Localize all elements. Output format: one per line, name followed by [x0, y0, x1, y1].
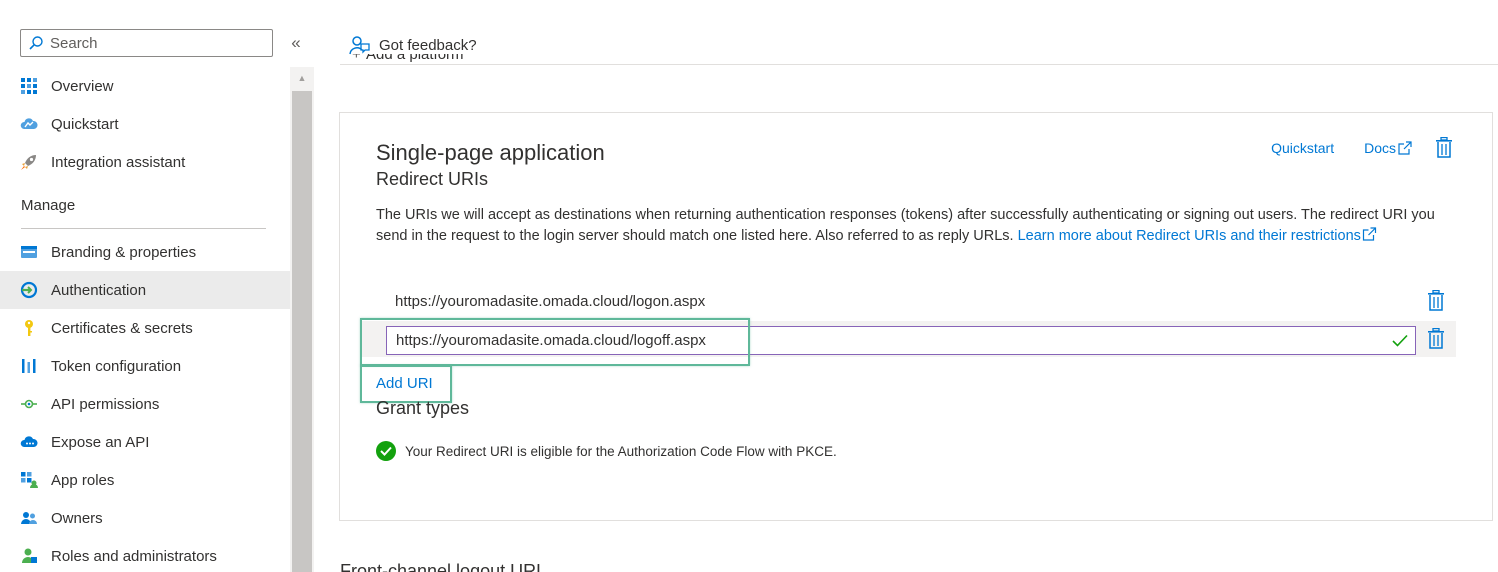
learn-more-label: Learn more about Redirect URIs and their… — [1017, 228, 1361, 244]
front-channel-logout-heading: Front-channel logout URL — [340, 561, 547, 572]
sidebar-item-token-configuration[interactable]: Token configuration — [0, 347, 290, 385]
sidebar-item-label: Overview — [51, 77, 114, 95]
sidebar-item-label: Integration assistant — [51, 153, 186, 171]
feedback-label: Got feedback? — [379, 36, 477, 54]
delete-platform-button[interactable] — [1434, 137, 1454, 159]
cloud-api-icon — [20, 433, 38, 451]
sidebar-item-expose-api[interactable]: Expose an API — [0, 423, 290, 461]
roles-icon — [20, 547, 38, 565]
manage-section: Manage — [0, 181, 290, 233]
sidebar-item-label: Certificates & secrets — [51, 319, 193, 337]
learn-more-link[interactable]: Learn more about Redirect URIs and their… — [1017, 227, 1377, 244]
sidebar-item-label: API permissions — [51, 395, 160, 413]
section-heading-manage: Manage — [0, 181, 290, 229]
search-box[interactable] — [20, 29, 273, 57]
valid-check-icon — [1392, 334, 1408, 347]
scroll-thumb[interactable] — [292, 91, 312, 572]
sidebar-item-owners[interactable]: Owners — [0, 499, 290, 537]
token-icon — [20, 357, 38, 375]
sidebar-item-branding[interactable]: Branding & properties — [0, 233, 290, 271]
grant-message-text: Your Redirect URI is eligible for the Au… — [405, 443, 837, 459]
redirect-uris-heading: Redirect URIs — [376, 169, 489, 189]
sidebar-item-label: Owners — [51, 509, 103, 527]
rocket-icon — [20, 153, 38, 171]
sidebar-item-authentication[interactable]: Authentication — [0, 271, 290, 309]
cloud-icon — [20, 115, 38, 133]
feedback-button[interactable]: Got feedback? — [340, 26, 477, 64]
key-icon — [20, 319, 38, 337]
external-link-icon — [1362, 227, 1377, 241]
sidebar-item-label: Token configuration — [51, 357, 182, 375]
sidebar-item-roles-administrators[interactable]: Roles and administrators — [0, 537, 290, 572]
redirect-uri-2-field[interactable] — [386, 326, 1416, 355]
branding-icon — [20, 243, 38, 261]
search-input[interactable] — [50, 34, 260, 52]
sidebar-item-label: App roles — [51, 471, 115, 489]
card-title: Single-page application — [376, 140, 605, 165]
redirect-uri-1[interactable]: https://youromadasite.omada.cloud/logon.… — [395, 293, 705, 310]
quickstart-link[interactable]: Quickstart — [1271, 140, 1334, 156]
trash-icon — [1428, 290, 1444, 311]
sidebar-item-label: Expose an API — [51, 433, 150, 451]
api-permissions-icon — [20, 395, 38, 413]
authentication-icon — [20, 281, 38, 299]
sidebar-scrollbar[interactable]: ▲ — [290, 67, 314, 572]
external-link-icon — [1398, 141, 1412, 155]
owners-icon — [20, 509, 38, 527]
sidebar-item-certificates[interactable]: Certificates & secrets — [0, 309, 290, 347]
sidebar-item-label: Branding & properties — [51, 243, 197, 261]
sidebar-item-api-permissions[interactable]: API permissions — [0, 385, 290, 423]
grid-icon — [20, 77, 38, 95]
collapse-sidebar-button[interactable]: « — [287, 33, 305, 53]
sidebar-item-integration-assistant[interactable]: Integration assistant — [0, 143, 290, 181]
trash-icon — [1428, 328, 1444, 349]
card-actions: Quickstart Docs — [1271, 137, 1454, 159]
app-roles-icon — [20, 471, 38, 489]
sidebar-nav: Overview Quickstart Integration assistan… — [0, 67, 290, 572]
trash-icon — [1436, 137, 1452, 158]
header-divider — [340, 64, 1498, 65]
sidebar-item-label: Roles and administrators — [51, 547, 217, 565]
docs-link-label: Docs — [1364, 140, 1396, 156]
delete-uri-1-button[interactable] — [1426, 290, 1446, 312]
add-uri-button[interactable]: Add URI — [376, 375, 433, 392]
grant-types-heading: Grant types — [376, 398, 470, 418]
search-icon — [29, 36, 43, 50]
sidebar: « Overview Quickstart Integration assist… — [0, 0, 314, 572]
sidebar-item-quickstart[interactable]: Quickstart — [0, 105, 290, 143]
redirect-uri-2-input[interactable] — [387, 332, 1377, 349]
docs-link[interactable]: Docs — [1364, 140, 1412, 156]
delete-uri-2-button[interactable] — [1426, 328, 1446, 350]
sidebar-item-label: Quickstart — [51, 115, 119, 133]
success-check-icon — [376, 441, 396, 461]
feedback-icon — [349, 36, 370, 55]
sidebar-item-overview[interactable]: Overview — [0, 67, 290, 105]
sidebar-item-label: Authentication — [51, 281, 147, 299]
scroll-up-arrow-icon[interactable]: ▲ — [290, 67, 314, 89]
grant-eligibility-message: Your Redirect URI is eligible for the Au… — [376, 441, 837, 461]
sidebar-item-app-roles[interactable]: App roles — [0, 461, 290, 499]
spa-platform-card: Single-page application Redirect URIs Qu… — [339, 112, 1493, 521]
redirect-uri-description: The URIs we will accept as destinations … — [376, 205, 1456, 247]
